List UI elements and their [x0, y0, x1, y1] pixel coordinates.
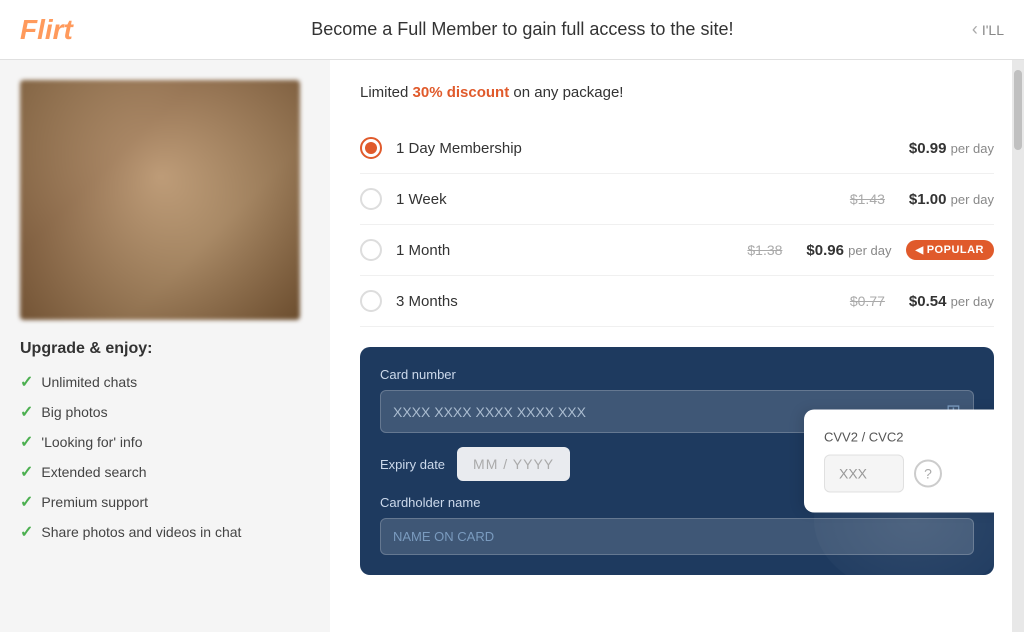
option-label-1month: 1 Month [396, 242, 733, 259]
option-label-1day: 1 Day Membership [396, 140, 895, 157]
cardholder-input[interactable]: NAME ON CARD [380, 518, 974, 555]
popular-badge: POPULAR [906, 240, 994, 260]
scroll-track[interactable] [1012, 60, 1024, 632]
price-1week: $1.00 per day [909, 191, 994, 208]
discount-banner: Limited 30% discount on any package! [360, 84, 994, 101]
list-item: ✓ Share photos and videos in chat [20, 522, 310, 542]
header-title: Become a Full Member to gain full access… [73, 19, 972, 40]
check-icon: ✓ [20, 402, 33, 422]
logo: Flirt [20, 14, 73, 46]
radio-1day[interactable] [360, 137, 382, 159]
upgrade-section: Upgrade & enjoy: ✓ Unlimited chats ✓ Big… [20, 340, 310, 542]
price-3months: $0.54 per day [909, 293, 994, 310]
list-item: ✓ Extended search [20, 462, 310, 482]
option-label-1week: 1 Week [396, 191, 836, 208]
list-item: ✓ 'Looking for' info [20, 432, 310, 452]
price-1day: $0.99 per day [909, 140, 994, 157]
check-icon: ✓ [20, 522, 33, 542]
cvv-section: CVV2 / CVC2 XXX ? [804, 410, 994, 513]
card-number-label: Card number [380, 367, 974, 382]
cvv-input[interactable]: XXX [824, 455, 904, 493]
header-nav: ‹ I'LL [972, 19, 1004, 40]
list-item: ✓ Premium support [20, 492, 310, 512]
check-icon: ✓ [20, 492, 33, 512]
logo-text: Flirt [20, 14, 73, 45]
profile-photo [20, 80, 300, 320]
cvv-label: CVV2 / CVC2 [824, 430, 984, 445]
radio-1week[interactable] [360, 188, 382, 210]
radio-1month[interactable] [360, 239, 382, 261]
option-label-3months: 3 Months [396, 293, 836, 310]
cvv-help-button[interactable]: ? [914, 460, 942, 488]
membership-option-1month[interactable]: 1 Month $1.38 $0.96 per day POPULAR [360, 225, 994, 276]
check-icon: ✓ [20, 462, 33, 482]
price-original-1month: $1.38 [747, 242, 782, 258]
membership-option-1week[interactable]: 1 Week $1.43 $1.00 per day [360, 174, 994, 225]
card-number-placeholder: XXXX XXXX XXXX XXXX XXX [393, 404, 586, 420]
back-chevron-icon[interactable]: ‹ [972, 19, 978, 40]
content-area: Limited 30% discount on any package! 1 D… [330, 60, 1024, 632]
payment-form: Card number XXXX XXXX XXXX XXXX XXX ⊞ Ex… [360, 347, 994, 575]
membership-option-1day[interactable]: 1 Day Membership $0.99 per day [360, 123, 994, 174]
expiry-input[interactable]: MM / YYYY [457, 447, 570, 481]
price-1month: $0.96 per day [806, 242, 891, 259]
check-icon: ✓ [20, 372, 33, 392]
list-item: ✓ Unlimited chats [20, 372, 310, 392]
scroll-thumb[interactable] [1014, 70, 1022, 150]
main-content: Upgrade & enjoy: ✓ Unlimited chats ✓ Big… [0, 60, 1024, 632]
sidebar: Upgrade & enjoy: ✓ Unlimited chats ✓ Big… [0, 60, 330, 632]
cvv-row: XXX ? [824, 455, 984, 493]
price-original-3months: $0.77 [850, 293, 885, 309]
radio-3months[interactable] [360, 290, 382, 312]
membership-option-3months[interactable]: 3 Months $0.77 $0.54 per day [360, 276, 994, 327]
upgrade-title: Upgrade & enjoy: [20, 340, 310, 358]
header: Flirt Become a Full Member to gain full … [0, 0, 1024, 60]
check-icon: ✓ [20, 432, 33, 452]
expiry-label: Expiry date [380, 457, 445, 472]
nav-text: I'LL [982, 22, 1004, 38]
feature-list: ✓ Unlimited chats ✓ Big photos ✓ 'Lookin… [20, 372, 310, 542]
price-original-1week: $1.43 [850, 191, 885, 207]
list-item: ✓ Big photos [20, 402, 310, 422]
